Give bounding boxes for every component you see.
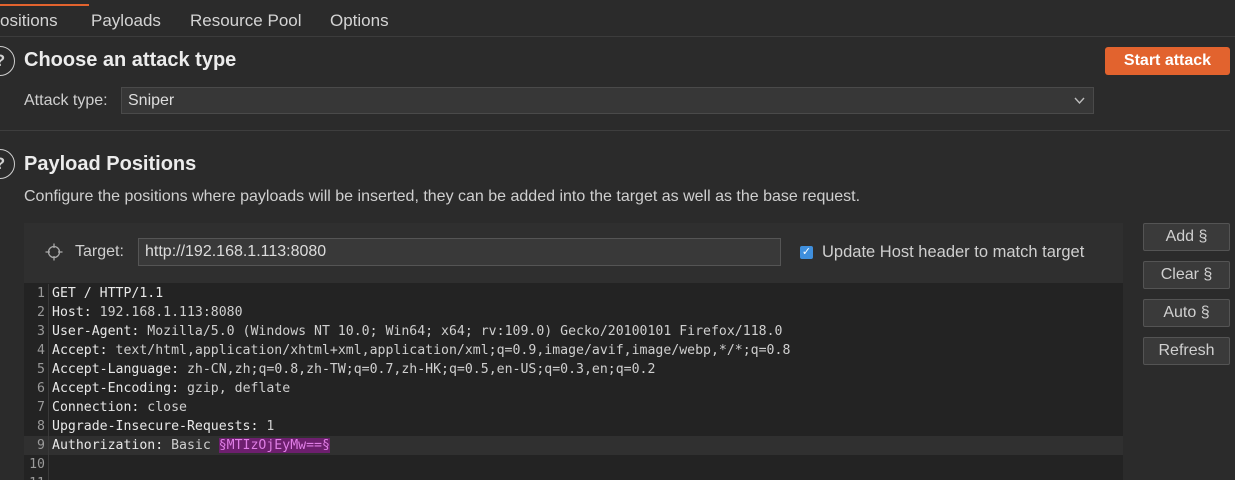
header-value: gzip, deflate	[179, 381, 291, 396]
header-value: 192.168.1.113:8080	[91, 305, 243, 320]
header-value: 1	[258, 419, 275, 434]
line-number: 8	[37, 419, 45, 434]
request-line-text: GET / HTTP/1.1	[52, 286, 164, 301]
tab-options[interactable]: Options	[330, 0, 389, 36]
payload-position-marker[interactable]: §MTIzOjEyMw==§	[218, 438, 330, 453]
line-number: 2	[37, 305, 45, 320]
auto-markers-button[interactable]: Auto §	[1143, 299, 1230, 327]
tab-positions-label: ositions	[0, 11, 58, 30]
tab-options-label: Options	[330, 11, 389, 30]
attack-type-label: Attack type:	[24, 92, 108, 109]
gutter-separator	[48, 284, 49, 480]
header-name: Accept:	[52, 343, 108, 358]
header-name: Accept-Encoding:	[52, 381, 180, 396]
line-number: 10	[29, 457, 45, 472]
header-name: Authorization:	[52, 438, 164, 453]
request-line: 8 Upgrade-Insecure-Requests: 1	[24, 417, 1123, 436]
target-bar: Target: http://192.168.1.113:8080 ✓ Upda…	[24, 223, 1123, 283]
section-title-payload-positions: Payload Positions	[24, 153, 197, 175]
request-editor: Target: http://192.168.1.113:8080 ✓ Upda…	[24, 223, 1123, 480]
line-number: 11	[24, 474, 45, 480]
help-icon[interactable]: ?	[0, 46, 15, 76]
header-name: Accept-Language:	[52, 362, 180, 377]
request-line: 6 Accept-Encoding: gzip, deflate	[24, 379, 1123, 398]
header-value: Basic	[163, 438, 219, 453]
line-number: 3	[37, 324, 45, 339]
line-number: 1	[37, 286, 45, 301]
target-label: Target:	[75, 243, 124, 260]
line-number: 5	[37, 362, 45, 377]
update-host-checkbox[interactable]: ✓	[800, 246, 813, 259]
attack-type-value: Sniper	[128, 92, 175, 109]
request-text-area[interactable]: 1 GET / HTTP/1.1 2 Host: 192.168.1.113:808…	[24, 284, 1123, 480]
request-line: 2 Host: 192.168.1.113:8080	[24, 303, 1123, 322]
line-number: 7	[37, 400, 45, 415]
header-value: Mozilla/5.0 (Windows NT 10.0; Win64; x64…	[139, 324, 783, 339]
request-line: 4 Accept: text/html,application/xhtml+xml…	[24, 341, 1123, 360]
line-number: 6	[37, 381, 45, 396]
request-line: 3 User-Agent: Mozilla/5.0 (Windows NT 10.…	[24, 322, 1123, 341]
tab-resource-pool-label: Resource Pool	[190, 11, 302, 30]
request-line: 10	[24, 455, 1123, 474]
line-number: 9	[37, 438, 45, 453]
request-line: 7 Connection: close	[24, 398, 1123, 417]
crosshair-icon	[45, 243, 63, 266]
line-number: 4	[37, 343, 45, 358]
clear-markers-button[interactable]: Clear §	[1143, 261, 1230, 289]
attack-type-select[interactable]: Sniper	[121, 87, 1094, 114]
tab-payloads-label: Payloads	[91, 11, 161, 30]
section-title-attack-type: Choose an attack type	[24, 49, 237, 71]
tab-positions[interactable]: ositions	[0, 0, 89, 36]
update-host-label: Update Host header to match target	[822, 243, 1085, 261]
request-line: 11	[24, 474, 1123, 480]
help-icon[interactable]: ?	[0, 149, 15, 179]
request-line: 1 GET / HTTP/1.1	[24, 284, 1123, 303]
chevron-down-icon	[1074, 88, 1085, 122]
tab-bar: ositions Payloads Resource Pool Options	[0, 0, 1235, 37]
header-value: zh-CN,zh;q=0.8,zh-TW;q=0.7,zh-HK;q=0.5,e…	[179, 362, 656, 377]
start-attack-button[interactable]: Start attack	[1105, 47, 1230, 75]
header-name: Upgrade-Insecure-Requests:	[52, 419, 259, 434]
payload-positions-description: Configure the positions where payloads w…	[24, 188, 861, 205]
tab-resource-pool[interactable]: Resource Pool	[190, 0, 302, 36]
tab-payloads[interactable]: Payloads	[91, 0, 161, 36]
add-marker-button[interactable]: Add §	[1143, 223, 1230, 251]
header-name: Connection:	[52, 400, 140, 415]
section-divider	[0, 130, 1230, 131]
request-line: 9 Authorization: Basic §MTIzOjEyMw==§	[24, 436, 1123, 455]
refresh-button[interactable]: Refresh	[1143, 337, 1230, 365]
target-url-input[interactable]: http://192.168.1.113:8080	[138, 238, 781, 266]
header-name: User-Agent:	[52, 324, 140, 339]
request-line: 5 Accept-Language: zh-CN,zh;q=0.8,zh-TW;q…	[24, 360, 1123, 379]
header-value: close	[139, 400, 187, 415]
header-name: Host:	[52, 305, 92, 320]
header-value: text/html,application/xhtml+xml,applicat…	[107, 343, 791, 358]
